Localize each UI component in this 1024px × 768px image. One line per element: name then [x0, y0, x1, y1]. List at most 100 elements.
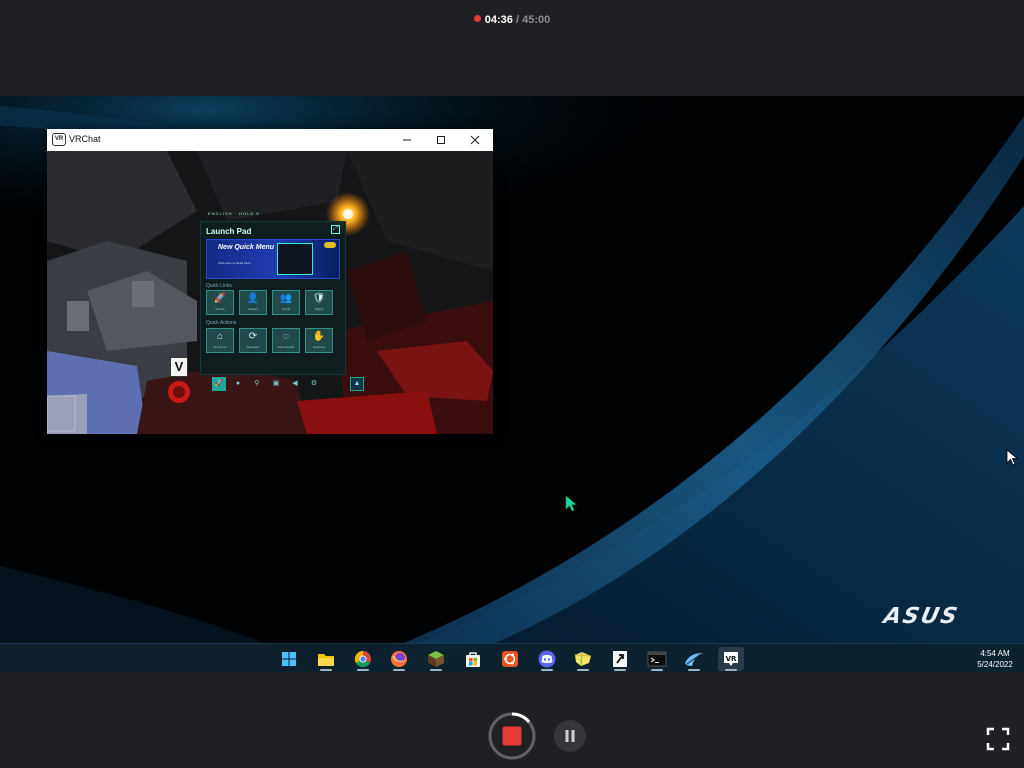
recording-dot-icon — [473, 15, 481, 22]
taskbar-file-explorer-button[interactable] — [313, 647, 339, 671]
launch-pad-tile[interactable]: ◌ Reset Avatar — [272, 328, 300, 353]
launch-pad-tile[interactable]: 👥 Social — [272, 290, 300, 315]
hand-icon: ✋ — [312, 331, 326, 342]
ubuntu-icon — [497, 651, 523, 672]
vrchat-icon: VR — [718, 652, 744, 672]
close-icon — [470, 135, 480, 145]
recording-elapsed: 04:36 — [484, 14, 513, 26]
file-explorer-icon — [313, 654, 339, 672]
mouse-cursor-icon — [1006, 449, 1019, 466]
recording-separator: / — [512, 14, 523, 26]
svg-text:VR: VR — [725, 655, 736, 663]
camera-icon[interactable]: ▣ — [269, 377, 283, 391]
quick-links-heading: Quick Links — [206, 283, 232, 289]
minecraft-icon — [423, 651, 449, 672]
launch-pad-tile[interactable]: 👤 Avatars — [239, 290, 267, 315]
firefox-icon — [386, 651, 412, 672]
windows-taskbar: VR 4:54 AM 5/24/2022 — [0, 643, 1024, 672]
launch-pad-tile[interactable]: ✋ Gestures — [305, 328, 333, 353]
taskbar-microsoft-store-button[interactable] — [460, 647, 486, 671]
stop-icon — [488, 712, 536, 760]
taskbar-ubuntu-button[interactable] — [497, 647, 523, 671]
close-button[interactable] — [458, 129, 492, 151]
launch-pad-tile[interactable]: ⟳ Respawn — [239, 328, 267, 353]
user-icon[interactable]: ● — [231, 377, 245, 391]
tile-label: Social — [281, 307, 291, 311]
new-quick-menu-banner[interactable]: New Quick Menu Click Here to Read More — [206, 239, 340, 279]
launch-pad-status-text: ENGLISH · HOLD 5 — [208, 211, 260, 216]
pause-icon — [565, 730, 575, 742]
stop-recording-button[interactable] — [488, 712, 536, 760]
audio-icon[interactable]: ◀ — [288, 377, 302, 391]
tile-label: Respawn — [246, 345, 260, 349]
tile-label: Gestures — [312, 345, 326, 349]
world-sign-letter: V — [174, 359, 184, 374]
banner-subtitle: Click Here to Read More — [218, 261, 251, 265]
launch-pad-menu[interactable]: ENGLISH · HOLD 5 Launch Pad ⤢ New Quick … — [200, 211, 346, 375]
taskbar-steam-button[interactable] — [681, 647, 707, 671]
reset-icon: ◌ — [283, 331, 289, 342]
taskbar-vrchat-button[interactable]: VR — [717, 647, 744, 672]
social-icon: 👥 — [279, 293, 293, 304]
vrchat-game-view[interactable]: V ENGLISH · HOLD 5 Launch Pad ⤢ New Quic… — [47, 151, 493, 434]
banner-preview-image — [277, 243, 313, 275]
quick-actions-heading: Quick Actions — [206, 320, 237, 326]
vrchat-window[interactable]: VR VRChat V ENGLISH · HOLD 5 Launch Pad … — [47, 129, 493, 434]
clock-time: 4:54 AM — [980, 649, 1010, 658]
taskbar-chrome-button[interactable] — [350, 647, 376, 671]
taskbar-terminal-button[interactable] — [644, 647, 670, 671]
tile-label: Safety — [314, 307, 324, 311]
launch-pad-dock: 🚀 ● ⚲ ▣ ◀ ⚙ — [212, 377, 322, 391]
terminal-icon — [644, 651, 670, 672]
taskbar-shortcut-app-button[interactable] — [607, 647, 633, 671]
minimize-icon — [403, 139, 411, 141]
clock-date: 5/24/2022 — [977, 660, 1013, 669]
minimize-button[interactable] — [390, 129, 424, 151]
taskbar-discord-button[interactable] — [534, 647, 560, 671]
taskbar-obsidian-button[interactable] — [570, 647, 596, 671]
screen-recorder-frame: 04:36 / 45:00 ASUS VR VRChat V ENGLISH ·… — [0, 0, 1024, 768]
banner-title: New Quick Menu — [218, 244, 275, 251]
system-clock[interactable]: 4:54 AM 5/24/2022 — [970, 648, 1020, 670]
discord-icon — [534, 650, 560, 672]
settings-icon[interactable]: ⚙ — [307, 377, 321, 391]
fullscreen-button[interactable] — [985, 726, 1011, 752]
notification-glyph: ▲ — [353, 380, 361, 387]
desktop[interactable]: ASUS VR VRChat V ENGLISH · HOLD 5 Launch… — [0, 96, 1024, 672]
fullscreen-icon — [986, 727, 1010, 751]
taskbar-minecraft-button[interactable] — [423, 647, 449, 671]
launch-pad-tile[interactable]: ⌂ Go Home — [206, 328, 234, 353]
world-sign: V — [170, 357, 188, 377]
avatar-icon: 👤 — [246, 293, 260, 304]
pause-recording-button[interactable] — [554, 720, 586, 752]
recording-limit: 45:00 — [522, 14, 551, 26]
rocket-icon[interactable]: 🚀 — [212, 377, 226, 391]
recorder-bottom-bar — [0, 672, 1024, 768]
respawn-icon: ⟳ — [248, 331, 258, 342]
rocket-icon: 🚀 — [213, 293, 227, 304]
vrchat-titlebar[interactable]: VR VRChat — [47, 129, 493, 151]
launch-pad-tile[interactable]: 🛡 Safety — [305, 290, 333, 315]
tile-label: Avatars — [247, 307, 259, 311]
taskbar-firefox-button[interactable] — [386, 647, 412, 671]
launch-pad-title: Launch Pad — [206, 227, 252, 236]
maximize-icon — [437, 136, 445, 145]
maximize-button[interactable] — [424, 129, 458, 151]
recording-timer: 04:36 / 45:00 — [0, 14, 1024, 26]
location-icon[interactable]: ⚲ — [250, 377, 264, 391]
taskbar-start-button[interactable] — [276, 647, 302, 671]
banner-badge — [324, 242, 336, 248]
expand-icon[interactable]: ⤢ — [331, 225, 340, 234]
asus-logo: ASUS — [881, 604, 962, 629]
tile-label: Worlds — [215, 307, 225, 311]
start-icon — [276, 652, 302, 672]
chrome-icon — [350, 650, 376, 672]
tile-label: Reset Avatar — [277, 345, 295, 349]
vrchat-window-title: VRChat — [69, 134, 101, 144]
tile-label: Go Home — [213, 345, 227, 349]
notification-icon[interactable]: ▲ — [350, 377, 364, 391]
obsidian-icon — [570, 651, 596, 672]
teal-cursor-icon — [565, 495, 577, 512]
launch-pad-tile[interactable]: 🚀 Worlds — [206, 290, 234, 315]
home-icon: ⌂ — [216, 331, 224, 342]
